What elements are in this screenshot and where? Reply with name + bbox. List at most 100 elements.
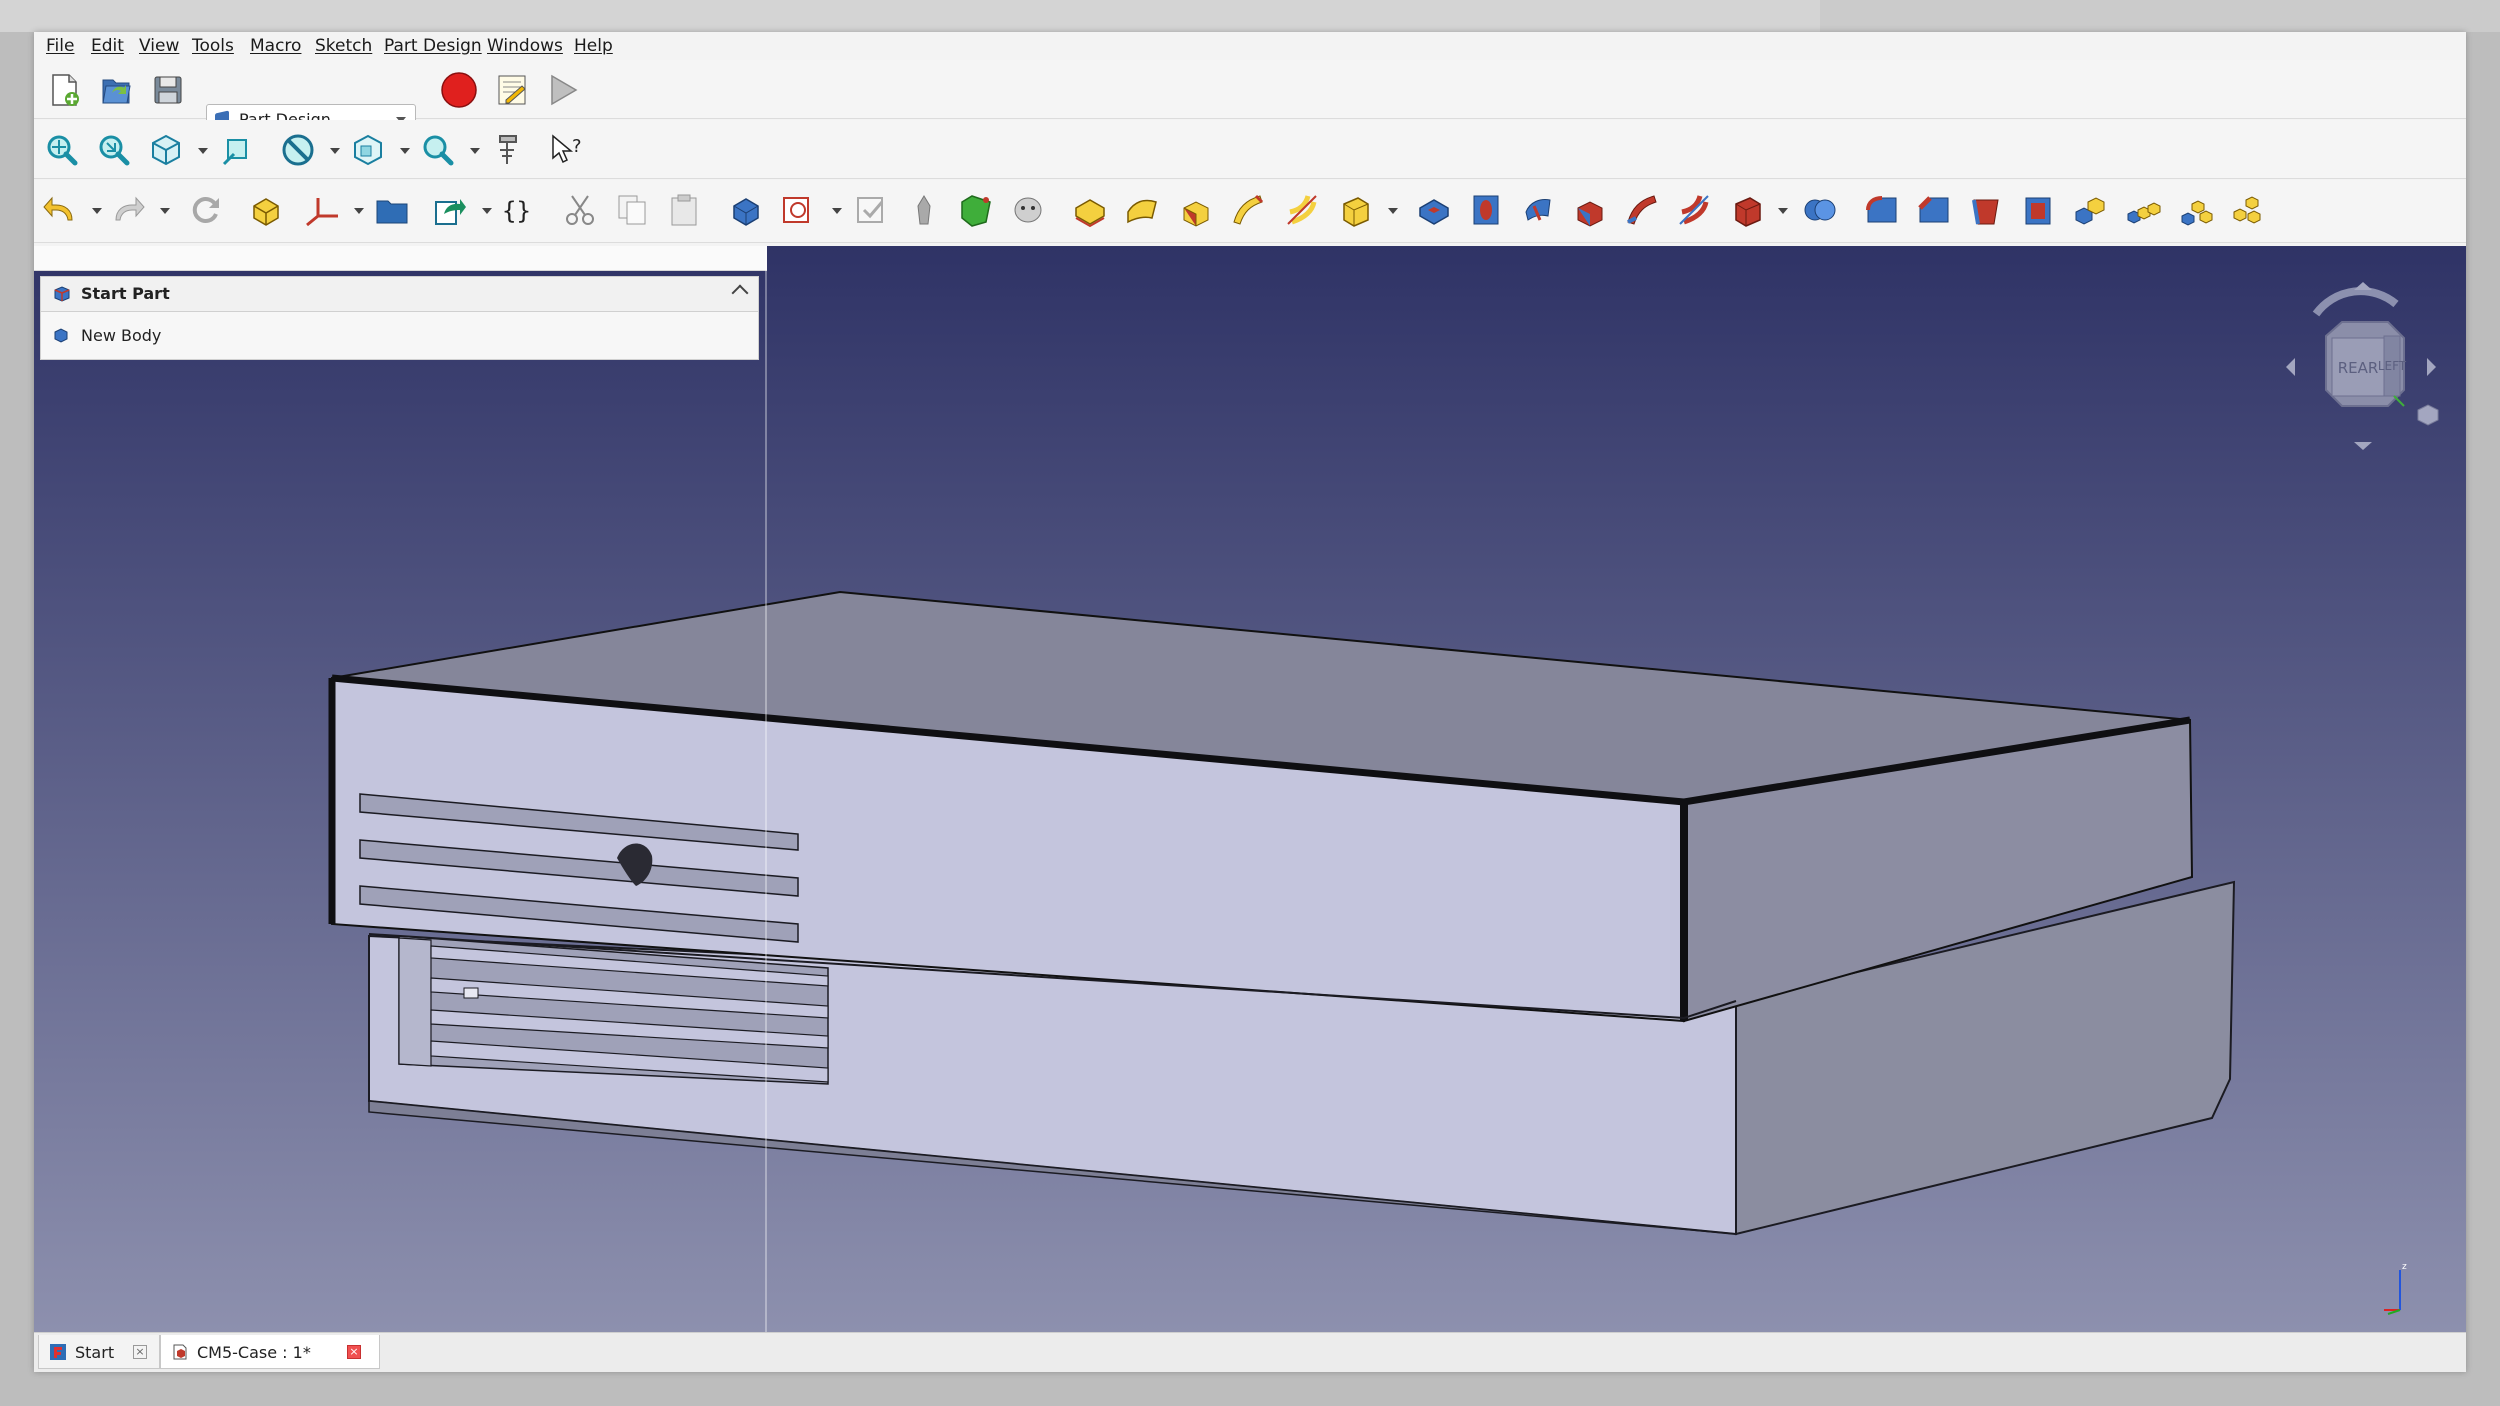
run-macro-icon[interactable] bbox=[544, 72, 580, 108]
new-body-action[interactable]: New Body bbox=[81, 326, 161, 345]
panel-splitter[interactable] bbox=[765, 246, 767, 1332]
whats-this-icon[interactable]: ? bbox=[548, 132, 584, 168]
document-tab-bar: Start × CM5-Case : 1* × bbox=[34, 1332, 2466, 1372]
shape-binder-icon[interactable] bbox=[906, 192, 942, 228]
copy-icon[interactable] bbox=[614, 192, 650, 228]
tab-label: Start bbox=[75, 1343, 115, 1362]
zoom-dropdown-icon[interactable] bbox=[470, 148, 480, 154]
multi-transform-icon[interactable] bbox=[2230, 192, 2266, 228]
sketch-dropdown-icon[interactable] bbox=[832, 208, 842, 214]
fillet-icon[interactable] bbox=[1864, 192, 1900, 228]
arrow-left-icon[interactable] bbox=[2286, 358, 2295, 376]
datum-dropdown-icon[interactable] bbox=[354, 208, 364, 214]
loft-icon[interactable] bbox=[1178, 192, 1214, 228]
navcube-rear-label[interactable]: REAR bbox=[2338, 359, 2379, 377]
subtractive-pipe-icon[interactable] bbox=[1624, 192, 1660, 228]
menu-help[interactable]: Help bbox=[574, 36, 613, 56]
pad-icon[interactable] bbox=[1072, 192, 1108, 228]
create-sketch-icon[interactable] bbox=[780, 192, 816, 228]
draft-icon[interactable] bbox=[1968, 192, 2004, 228]
redo-icon[interactable] bbox=[110, 192, 146, 228]
toolbar-view: ? bbox=[34, 120, 2466, 179]
std-views-icon[interactable] bbox=[220, 132, 256, 168]
revolution-icon[interactable] bbox=[1124, 192, 1160, 228]
menu-sketch[interactable]: Sketch bbox=[315, 36, 372, 56]
rotate-left-icon[interactable] bbox=[2312, 287, 2399, 317]
stereo-dropdown-icon[interactable] bbox=[400, 148, 410, 154]
hole-icon[interactable] bbox=[1468, 192, 1504, 228]
validate-sketch-icon[interactable] bbox=[854, 192, 890, 228]
isometric-view-icon[interactable] bbox=[148, 132, 184, 168]
std-views-dropdown-icon[interactable] bbox=[198, 148, 208, 154]
clone-icon[interactable] bbox=[958, 192, 994, 228]
menu-view[interactable]: View bbox=[139, 36, 179, 56]
menu-tools[interactable]: Tools bbox=[192, 36, 234, 56]
boolean-icon[interactable] bbox=[1802, 192, 1838, 228]
record-macro-icon[interactable] bbox=[440, 71, 478, 109]
menu-part-design[interactable]: Part Design bbox=[384, 36, 482, 56]
view-menu-cube-icon[interactable] bbox=[2417, 404, 2439, 426]
measure-icon[interactable] bbox=[490, 132, 526, 168]
new-file-icon[interactable] bbox=[46, 72, 82, 108]
fit-selection-icon[interactable] bbox=[96, 132, 132, 168]
thickness-icon[interactable] bbox=[2020, 192, 2056, 228]
task-panel: Start Part New Body bbox=[34, 246, 767, 1332]
fit-all-icon[interactable] bbox=[44, 132, 80, 168]
close-icon[interactable]: × bbox=[133, 1345, 147, 1359]
subtractive-primitive-dropdown-icon[interactable] bbox=[1778, 208, 1788, 214]
undo-dropdown-icon[interactable] bbox=[92, 208, 102, 214]
chamfer-icon[interactable] bbox=[1916, 192, 1952, 228]
groove-icon[interactable] bbox=[1520, 192, 1556, 228]
link-icon[interactable] bbox=[432, 192, 468, 228]
subtractive-primitive-icon[interactable] bbox=[1730, 192, 1766, 228]
create-body-icon[interactable] bbox=[728, 192, 764, 228]
navcube-left-label[interactable]: LEFT bbox=[2378, 359, 2407, 373]
stereo-icon[interactable] bbox=[350, 132, 386, 168]
menu-windows[interactable]: Windows bbox=[487, 36, 563, 56]
arrow-down-icon[interactable] bbox=[2354, 442, 2372, 450]
part-container-icon[interactable] bbox=[248, 192, 284, 228]
arrow-up-icon[interactable] bbox=[2354, 282, 2372, 290]
navigation-cube[interactable]: REAR LEFT bbox=[2276, 272, 2446, 472]
mirrored-icon[interactable] bbox=[2074, 192, 2110, 228]
menu-file[interactable]: File bbox=[46, 36, 74, 56]
draw-style-dropdown-icon[interactable] bbox=[330, 148, 340, 154]
pocket-icon[interactable] bbox=[1416, 192, 1452, 228]
link-dropdown-icon[interactable] bbox=[482, 208, 492, 214]
tab-cm5-case[interactable]: CM5-Case : 1* × bbox=[160, 1335, 380, 1369]
group-icon[interactable] bbox=[374, 192, 410, 228]
zoom-icon[interactable] bbox=[420, 132, 456, 168]
collapse-icon[interactable] bbox=[731, 284, 749, 302]
save-icon[interactable] bbox=[150, 72, 186, 108]
expression-icon[interactable]: {} bbox=[500, 192, 536, 228]
open-file-icon[interactable] bbox=[98, 72, 134, 108]
paste-icon[interactable] bbox=[666, 192, 702, 228]
draw-style-icon[interactable] bbox=[280, 132, 316, 168]
refresh-icon[interactable] bbox=[188, 192, 224, 228]
sub-shape-binder-icon[interactable] bbox=[1010, 192, 1046, 228]
polar-pattern-icon[interactable] bbox=[2178, 192, 2214, 228]
undo-icon[interactable] bbox=[42, 192, 78, 228]
axis-z-label: z bbox=[2402, 1262, 2407, 1272]
pipe-icon[interactable] bbox=[1230, 192, 1266, 228]
subtractive-helix-icon[interactable] bbox=[1676, 192, 1712, 228]
taskbox-header[interactable]: Start Part bbox=[41, 277, 758, 312]
redo-dropdown-icon[interactable] bbox=[160, 208, 170, 214]
menu-edit[interactable]: Edit bbox=[91, 36, 124, 56]
toolbar-part-design: {} bbox=[34, 180, 2466, 243]
datum-icon[interactable] bbox=[304, 192, 340, 228]
close-icon[interactable]: × bbox=[347, 1345, 361, 1359]
taskbox-start-part: Start Part New Body bbox=[40, 276, 759, 360]
tab-start[interactable]: Start × bbox=[38, 1335, 160, 1369]
part-icon bbox=[54, 286, 70, 302]
tab-label: CM5-Case : 1* bbox=[197, 1343, 311, 1362]
macro-editor-icon[interactable] bbox=[494, 72, 530, 108]
menu-macro[interactable]: Macro bbox=[250, 36, 301, 56]
arrow-right-icon[interactable] bbox=[2427, 358, 2436, 376]
additive-primitive-icon[interactable] bbox=[1338, 192, 1374, 228]
helix-icon[interactable] bbox=[1284, 192, 1320, 228]
additive-primitive-dropdown-icon[interactable] bbox=[1388, 208, 1398, 214]
cut-icon[interactable] bbox=[562, 192, 598, 228]
linear-pattern-icon[interactable] bbox=[2126, 192, 2162, 228]
subtractive-loft-icon[interactable] bbox=[1572, 192, 1608, 228]
